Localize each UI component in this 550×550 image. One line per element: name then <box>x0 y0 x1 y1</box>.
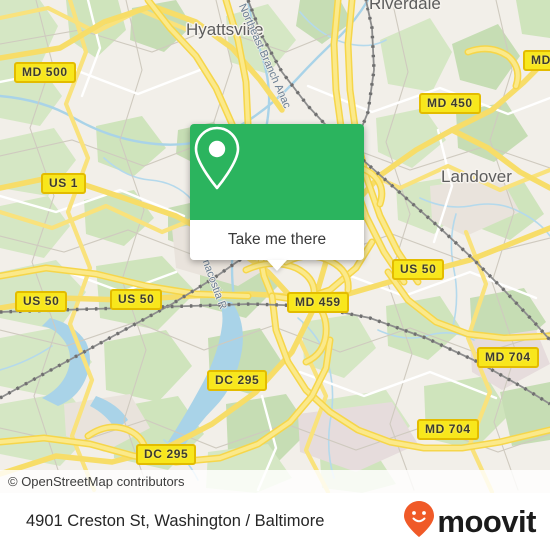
map-canvas[interactable]: .green{fill:#d5e7c4;} .green2{fill:#cfe4… <box>0 0 550 493</box>
highway-shield-md-704-south: MD 704 <box>417 419 479 440</box>
moovit-smiley-pin-icon <box>403 500 435 543</box>
highway-shield-us-50-west: US 50 <box>15 291 68 312</box>
location-popup[interactable]: Take me there <box>190 124 364 271</box>
osm-attribution-text: © OpenStreetMap contributors <box>8 474 185 489</box>
map-attribution-bar: © OpenStreetMap contributors <box>0 470 550 493</box>
popup-header <box>190 124 364 220</box>
highway-shield-md-clipped: MD <box>523 50 550 71</box>
location-address: 4901 Creston St, Washington / Baltimore <box>26 512 325 530</box>
footer-bar: 4901 Creston St, Washington / Baltimore … <box>0 493 550 550</box>
highway-shield-md-500: MD 500 <box>14 62 76 83</box>
take-me-there-button[interactable]: Take me there <box>228 231 326 249</box>
highway-shield-us-50-mid: US 50 <box>110 289 163 310</box>
highway-shield-us-50-east: US 50 <box>392 259 445 280</box>
highway-shield-us-1: US 1 <box>41 173 87 194</box>
map-screenshot: .green{fill:#d5e7c4;} .green2{fill:#cfe4… <box>0 0 550 550</box>
popup-tail-pointer <box>267 260 287 271</box>
highway-shield-dc-295-south: DC 295 <box>136 444 197 465</box>
moovit-logo[interactable]: moovit <box>403 500 536 543</box>
place-label-landover: Landover <box>441 167 512 186</box>
highway-shield-dc-295-north: DC 295 <box>207 370 268 391</box>
highway-shield-md-704-north: MD 704 <box>477 347 539 368</box>
highway-shield-md-450: MD 450 <box>419 93 481 114</box>
place-label-riverdale: Riverdale <box>369 0 441 13</box>
popup-footer[interactable]: Take me there <box>190 220 364 271</box>
moovit-wordmark: moovit <box>437 504 536 539</box>
highway-shield-md-459: MD 459 <box>287 292 349 313</box>
